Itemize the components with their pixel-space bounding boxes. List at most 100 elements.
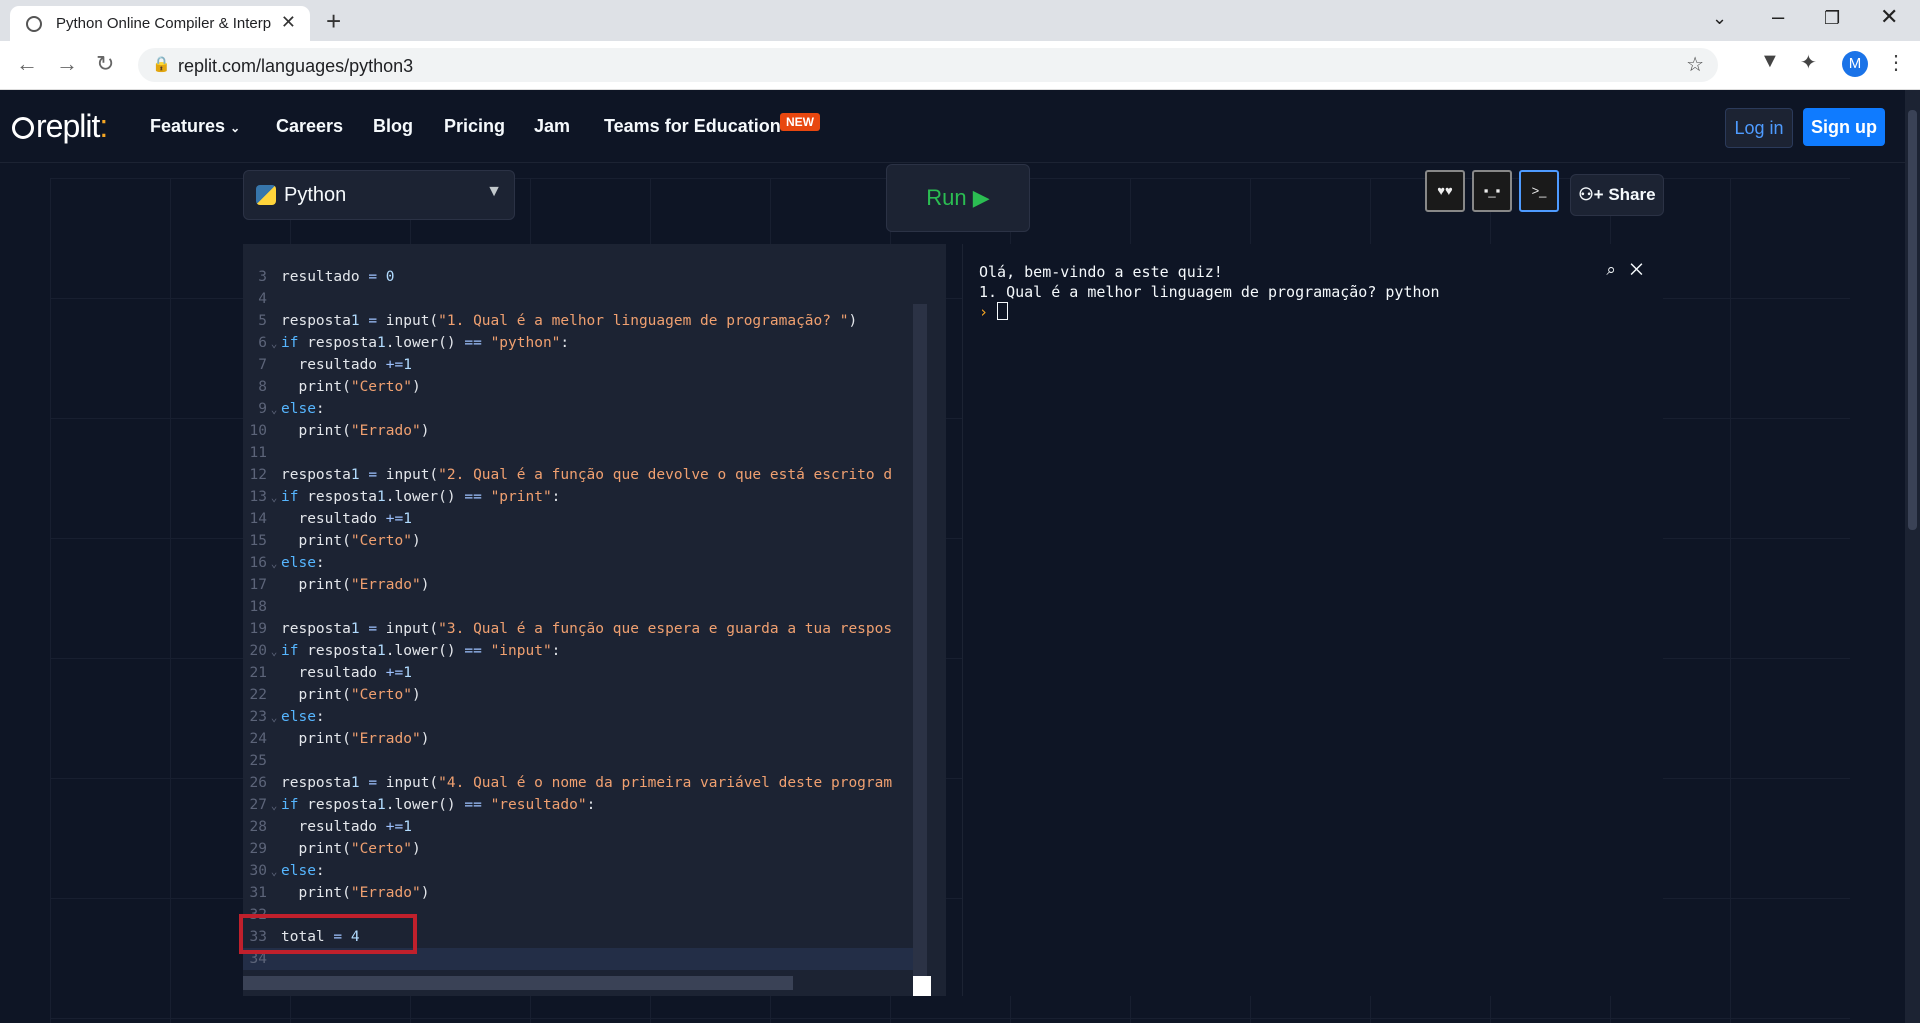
line-number: 12	[249, 467, 267, 483]
address-bar[interactable]: 🔒 replit.com/languages/python3 ☆	[138, 48, 1718, 82]
code-line[interactable]: 25	[243, 750, 923, 772]
back-icon[interactable]: ←	[16, 51, 38, 77]
code-line[interactable]: 28 resultado +=1	[243, 816, 923, 838]
replit-favicon-icon	[26, 16, 42, 32]
code-line[interactable]: 30 ⌄ else:	[243, 860, 923, 882]
page-scrollbar[interactable]	[1905, 90, 1920, 1023]
code-line[interactable]: 11	[243, 442, 923, 464]
code-line[interactable]: 19 resposta1 = input("3. Qual é a função …	[243, 618, 923, 640]
bot-heart-icon[interactable]: ♥♥	[1425, 170, 1465, 212]
code-line[interactable]: 24 print("Errado")	[243, 728, 923, 750]
code-line[interactable]: 12 resposta1 = input("2. Qual é a função …	[243, 464, 923, 486]
close-icon[interactable]: ✕	[1630, 260, 1643, 279]
code-line[interactable]: 17 print("Errado")	[243, 574, 923, 596]
reload-icon[interactable]: ↻	[96, 51, 114, 77]
code-line[interactable]: 15 print("Certo")	[243, 530, 923, 552]
code-line[interactable]: 5 resposta1 = input("1. Qual é a melhor l…	[243, 310, 923, 332]
restore-icon[interactable]: ❐	[1824, 8, 1840, 29]
code-line[interactable]: 14 resultado +=1	[243, 508, 923, 530]
code-line[interactable]: 18	[243, 596, 923, 618]
line-number: 8	[258, 379, 267, 395]
code-line[interactable]: 16 ⌄ else:	[243, 552, 923, 574]
fold-chevron-icon[interactable]: ⌄	[267, 861, 281, 883]
line-number: 28	[249, 819, 267, 835]
code-line[interactable]: 13 ⌄ if resposta1.lower() == "print":	[243, 486, 923, 508]
code-line[interactable]: 3 resultado = 0	[243, 266, 923, 288]
bot-terminal-icon[interactable]: >_	[1519, 170, 1559, 212]
nav-careers[interactable]: Careers	[276, 116, 343, 137]
console-cursor[interactable]	[997, 302, 1009, 320]
code-line[interactable]: 26 resposta1 = input("4. Qual é o nome da…	[243, 772, 923, 794]
fold-chevron-icon[interactable]: ⌄	[267, 487, 281, 509]
signup-button[interactable]: Sign up	[1803, 108, 1885, 146]
run-button[interactable]: Run ▶	[886, 164, 1030, 232]
code-line[interactable]: 9 ⌄ else:	[243, 398, 923, 420]
scroll-thumb[interactable]	[1908, 110, 1917, 530]
search-icon[interactable]: ⌕	[1606, 260, 1616, 279]
code-editor[interactable]: 3 resultado = 0 4 5 resposta1 = input("1. Qu…	[243, 244, 946, 996]
fold-chevron-icon[interactable]: ⌄	[267, 553, 281, 575]
editor-horizontal-scrollbar[interactable]	[243, 976, 793, 990]
editor-vertical-scrollbar[interactable]	[913, 304, 927, 984]
code-line[interactable]: 20 ⌄ if resposta1.lower() == "input":	[243, 640, 923, 662]
forward-icon[interactable]: →	[56, 51, 78, 77]
line-number: 4	[258, 291, 267, 307]
fold-chevron-icon[interactable]: ⌄	[267, 707, 281, 729]
nav-blog[interactable]: Blog	[373, 116, 413, 137]
line-source: print("Certo")	[281, 841, 421, 857]
bookmark-star-icon[interactable]: ☆	[1686, 52, 1704, 77]
code-line[interactable]: 27 ⌄ if resposta1.lower() == "resultado":	[243, 794, 923, 816]
fold-chevron-icon[interactable]: ⌄	[267, 399, 281, 421]
browser-menu-icon[interactable]: ⋮	[1886, 50, 1906, 75]
code-line[interactable]: 8 print("Certo")	[243, 376, 923, 398]
browser-tab[interactable]: Python Online Compiler & Interp ✕	[10, 6, 310, 41]
nav-features[interactable]: Features ⌄	[150, 116, 240, 137]
profile-avatar[interactable]: M	[1842, 51, 1868, 77]
line-number: 22	[249, 687, 267, 703]
code-line[interactable]: 7 resultado +=1	[243, 354, 923, 376]
console-panel[interactable]: Olá, bem-vindo a este quiz! 1. Qual é a …	[962, 244, 1663, 996]
line-source: if resposta1.lower() == "print":	[281, 489, 561, 505]
browser-toolbar: ← → ↻ 🔒 replit.com/languages/python3 ☆	[0, 41, 1920, 90]
new-tab-icon[interactable]: +	[326, 6, 341, 37]
code-line[interactable]: 10 print("Errado")	[243, 420, 923, 442]
code-line[interactable]: 23 ⌄ else:	[243, 706, 923, 728]
nav-pricing[interactable]: Pricing	[444, 116, 505, 137]
line-number: 13	[249, 489, 267, 505]
line-source: resultado = 0	[281, 269, 395, 285]
replit-logo[interactable]: replit:	[12, 108, 108, 145]
fold-chevron-icon[interactable]: ⌄	[267, 333, 281, 355]
highlight-box	[239, 914, 417, 954]
puzzle-extensions-icon[interactable]: ✦	[1800, 50, 1817, 75]
line-number: 20	[249, 643, 267, 659]
code-line[interactable]: 21 resultado +=1	[243, 662, 923, 684]
extension-icon[interactable]: ▼	[1760, 50, 1780, 73]
bot-neutral-icon[interactable]: ▪_▪	[1472, 170, 1512, 212]
login-button[interactable]: Log in	[1725, 108, 1793, 148]
code-line[interactable]: 22 print("Certo")	[243, 684, 923, 706]
console-output[interactable]: Olá, bem-vindo a este quiz! 1. Qual é a …	[979, 262, 1440, 322]
close-tab-icon[interactable]: ✕	[281, 12, 296, 33]
line-source: resultado +=1	[281, 357, 412, 373]
line-source: resultado +=1	[281, 511, 412, 527]
share-button[interactable]: ⚇+ Share	[1570, 174, 1664, 216]
url-text[interactable]: replit.com/languages/python3	[178, 56, 413, 77]
code-line[interactable]: 4	[243, 288, 923, 310]
line-source: print("Certo")	[281, 533, 421, 549]
code-line[interactable]: 29 print("Certo")	[243, 838, 923, 860]
fold-chevron-icon[interactable]: ⌄	[267, 641, 281, 663]
share-label: Share	[1608, 185, 1656, 204]
close-window-icon[interactable]: ✕	[1880, 4, 1898, 30]
code-line[interactable]: 31 print("Errado")	[243, 882, 923, 904]
line-number: 23	[249, 709, 267, 725]
console-line-1: Olá, bem-vindo a este quiz!	[979, 263, 1223, 281]
tab-search-icon[interactable]: ⌄	[1712, 8, 1727, 29]
line-number: 27	[249, 797, 267, 813]
nav-teams[interactable]: Teams for Education	[604, 116, 781, 137]
nav-jam[interactable]: Jam	[534, 116, 570, 137]
minimize-icon[interactable]: –	[1772, 4, 1784, 30]
code-lines[interactable]: 3 resultado = 0 4 5 resposta1 = input("1. Qu…	[243, 266, 923, 970]
code-line[interactable]: 6 ⌄ if resposta1.lower() == "python":	[243, 332, 923, 354]
fold-chevron-icon[interactable]: ⌄	[267, 795, 281, 817]
language-select[interactable]: Python ▼	[243, 170, 515, 220]
